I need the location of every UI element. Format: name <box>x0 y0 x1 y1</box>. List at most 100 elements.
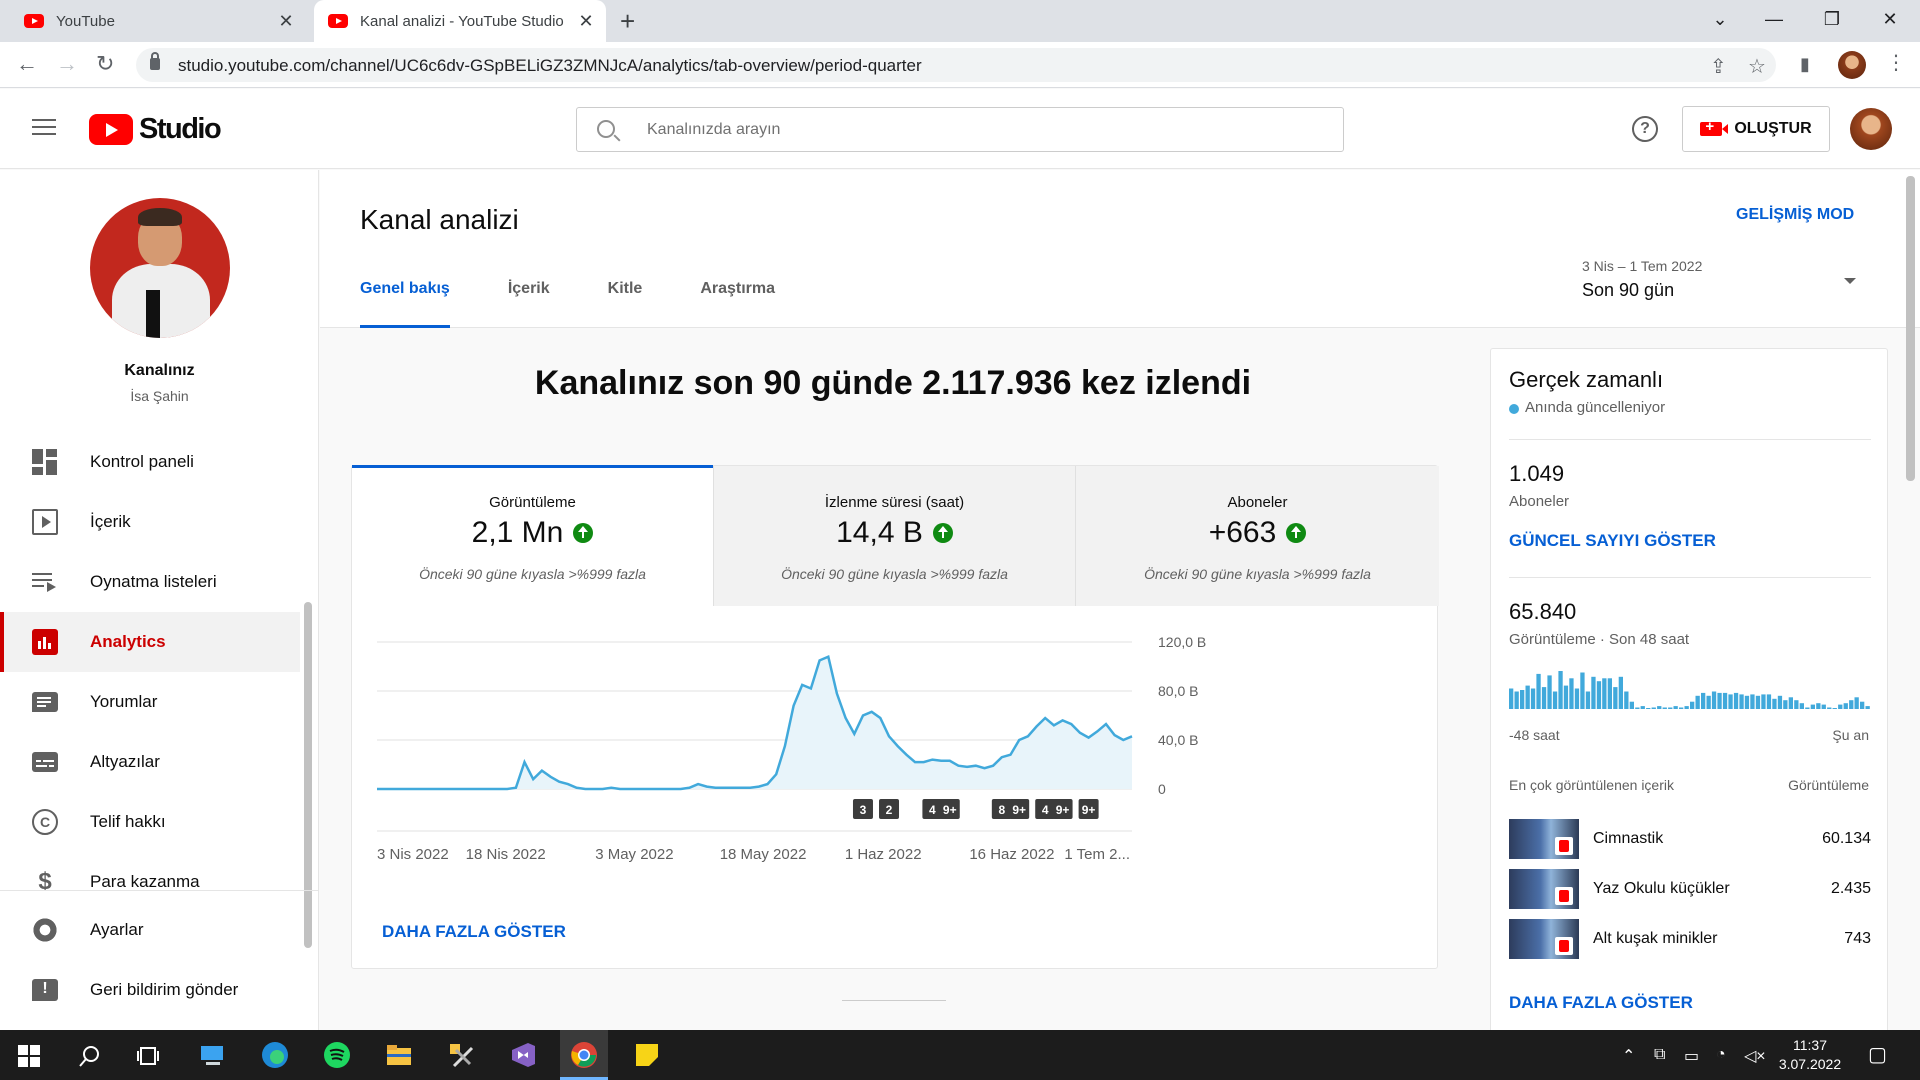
hourly-bar <box>1744 695 1750 709</box>
tab-overview[interactable]: Genel bakış <box>360 280 450 328</box>
tab-search-icon[interactable]: ⌄ <box>1696 0 1744 38</box>
top-content-row[interactable]: Yaz Okulu küçükler 2.435 <box>1509 869 1871 911</box>
realtime-panel: Gerçek zamanlı Anında güncelleniyor 1.04… <box>1490 348 1888 1038</box>
browser-menu-icon[interactable]: ⋮ <box>1886 50 1906 75</box>
visual-studio-icon[interactable] <box>508 1040 538 1070</box>
page-title: Kanal analizi <box>360 204 519 235</box>
sidebar-item-settings[interactable]: Ayarlar <box>0 900 300 960</box>
create-button[interactable]: OLUŞTUR <box>1682 106 1830 152</box>
views-chart[interactable]: 0 40,0 B 80,0 B 120,0 B 3 2 4 9+ 8 9+ 4 9+ 9+ 3 Nis 2… <box>352 606 1439 906</box>
advanced-mode-button[interactable]: GELİŞMİŞ MOD <box>1736 206 1854 224</box>
volume-icon[interactable]: ◁× <box>1744 1046 1766 1066</box>
close-tab-icon[interactable]: ✕ <box>576 11 596 31</box>
sidebar-item-dashboard[interactable]: Kontrol paneli <box>0 432 300 492</box>
windows-start-icon[interactable] <box>18 1045 48 1075</box>
logo-text: Studio <box>139 113 222 145</box>
omnibox[interactable]: studio.youtube.com/channel/UC6c6dv-GSpBE… <box>136 48 1776 82</box>
hourly-bar <box>1596 681 1602 709</box>
account-avatar[interactable] <box>1850 108 1892 150</box>
bookmark-star-icon[interactable]: ☆ <box>1748 54 1766 79</box>
page-scrollbar[interactable] <box>1906 176 1915 481</box>
reload-icon[interactable]: ↻ <box>96 52 114 76</box>
forward-icon[interactable]: → <box>56 52 78 76</box>
notifications-icon[interactable]: ▢ <box>1868 1042 1887 1067</box>
close-window-icon[interactable]: ✕ <box>1866 0 1914 38</box>
metric-watch-time[interactable]: İzlenme süresi (saat) 14,4 B Önceki 90 g… <box>714 466 1076 606</box>
search-box[interactable] <box>576 107 1344 152</box>
period-selector[interactable]: Son 90 gün <box>1582 280 1674 301</box>
sticky-notes-icon[interactable] <box>632 1040 662 1070</box>
browser-tab-youtube[interactable]: YouTube ✕ <box>10 0 306 42</box>
tab-research[interactable]: Araştırma <box>700 280 775 328</box>
tools-app-icon[interactable] <box>446 1040 476 1070</box>
metric-subscribers[interactable]: Aboneler +663 Önceki 90 güne kıyasla >%9… <box>1076 466 1439 606</box>
browser-tab-studio[interactable]: Kanal analizi - YouTube Studio ✕ <box>314 0 606 42</box>
metric-views[interactable]: Görüntüleme 2,1 Mn Önceki 90 güne kıyasl… <box>352 465 714 606</box>
taskbar-search-icon[interactable] <box>78 1044 108 1074</box>
channel-avatar[interactable] <box>90 198 230 338</box>
studio-logo[interactable]: Studio <box>89 113 222 146</box>
hourly-bar <box>1530 688 1536 709</box>
youtube-logo-icon <box>89 114 133 145</box>
search-input[interactable] <box>647 118 1307 142</box>
period-range[interactable]: 3 Nis – 1 Tem 2022 <box>1582 258 1702 274</box>
spotify-icon[interactable] <box>322 1040 352 1070</box>
wifi-icon[interactable]: ◔ <box>1716 1046 1726 1064</box>
profile-avatar[interactable] <box>1838 51 1866 79</box>
divider <box>1509 439 1871 440</box>
upload-marker-label: 4 <box>929 803 936 817</box>
content-icon <box>32 509 58 535</box>
metric-value: 14,4 B <box>836 516 923 549</box>
hourly-bar <box>1629 701 1634 709</box>
lock-icon[interactable] <box>150 52 160 70</box>
hourly-bar <box>1783 700 1788 709</box>
tab-audience[interactable]: Kitle <box>608 280 643 328</box>
menu-icon[interactable] <box>32 119 56 137</box>
help-icon[interactable]: ? <box>1632 116 1658 142</box>
y-tick-label: 0 <box>1158 781 1166 797</box>
tray-chevron-icon[interactable]: ⌃ <box>1622 1046 1635 1066</box>
close-tab-icon[interactable]: ✕ <box>276 11 296 31</box>
analytics-tabs: Genel bakış İçerik Kitle Araştırma <box>360 280 833 328</box>
avatar-figure-hair <box>138 208 182 226</box>
chrome-icon[interactable] <box>569 1040 599 1070</box>
realtime-show-more-button[interactable]: DAHA FAZLA GÖSTER <box>1509 993 1693 1013</box>
sidebar-item-label: Yorumlar <box>90 692 158 711</box>
side-panel-icon[interactable]: ▮ <box>1800 52 1810 76</box>
hourly-views-chart[interactable] <box>1509 669 1871 709</box>
upload-marker-label: 9+ <box>1012 803 1026 817</box>
sidebar-item-copyright[interactable]: C Telif hakkı <box>0 792 300 852</box>
show-more-button[interactable]: DAHA FAZLA GÖSTER <box>382 922 566 942</box>
youtube-favicon-icon <box>328 14 348 28</box>
minimize-icon[interactable]: — <box>1750 0 1798 38</box>
sidebar-item-analytics[interactable]: Analytics <box>0 612 300 672</box>
restore-icon[interactable]: ❐ <box>1808 0 1856 38</box>
metric-value-row: +663 <box>1076 516 1439 550</box>
show-current-count-button[interactable]: GÜNCEL SAYIYI GÖSTER <box>1509 531 1716 551</box>
sidebar-item-comments[interactable]: Yorumlar <box>0 672 300 732</box>
avatar-figure-body <box>112 264 210 338</box>
metric-value-row: 14,4 B <box>714 516 1075 550</box>
file-explorer-icon[interactable] <box>384 1040 414 1070</box>
sidebar-item-label: Telif hakkı <box>90 812 166 831</box>
desktop-app-icon[interactable] <box>198 1040 228 1070</box>
chevron-down-icon[interactable] <box>1844 278 1856 284</box>
top-content-row[interactable]: Alt kuşak minikler 743 <box>1509 919 1871 961</box>
sidebar-item-feedback[interactable]: Geri bildirim gönder <box>0 960 300 1020</box>
tray-app-icon[interactable]: ⧉ <box>1654 1046 1665 1064</box>
sidebar-item-subtitles[interactable]: Altyazılar <box>0 732 300 792</box>
new-tab-icon[interactable]: + <box>620 8 635 34</box>
taskbar-clock[interactable]: 11:37 3.07.2022 <box>1770 1036 1850 1074</box>
studio-header: Studio ? OLUŞTUR <box>0 89 1920 169</box>
battery-icon[interactable]: ▭ <box>1684 1046 1699 1066</box>
top-content-row[interactable]: Cimnastik 60.134 <box>1509 819 1871 861</box>
sidebar-scrollbar[interactable] <box>304 602 312 948</box>
url-text[interactable]: studio.youtube.com/channel/UC6c6dv-GSpBE… <box>178 56 922 76</box>
share-icon[interactable]: ⇪ <box>1710 54 1727 79</box>
edge-icon[interactable] <box>260 1040 290 1070</box>
sidebar-item-playlists[interactable]: Oynatma listeleri <box>0 552 300 612</box>
back-icon[interactable]: ← <box>16 52 38 76</box>
sidebar-item-content[interactable]: İçerik <box>0 492 300 552</box>
tab-content[interactable]: İçerik <box>508 280 550 328</box>
task-view-icon[interactable] <box>137 1045 167 1075</box>
